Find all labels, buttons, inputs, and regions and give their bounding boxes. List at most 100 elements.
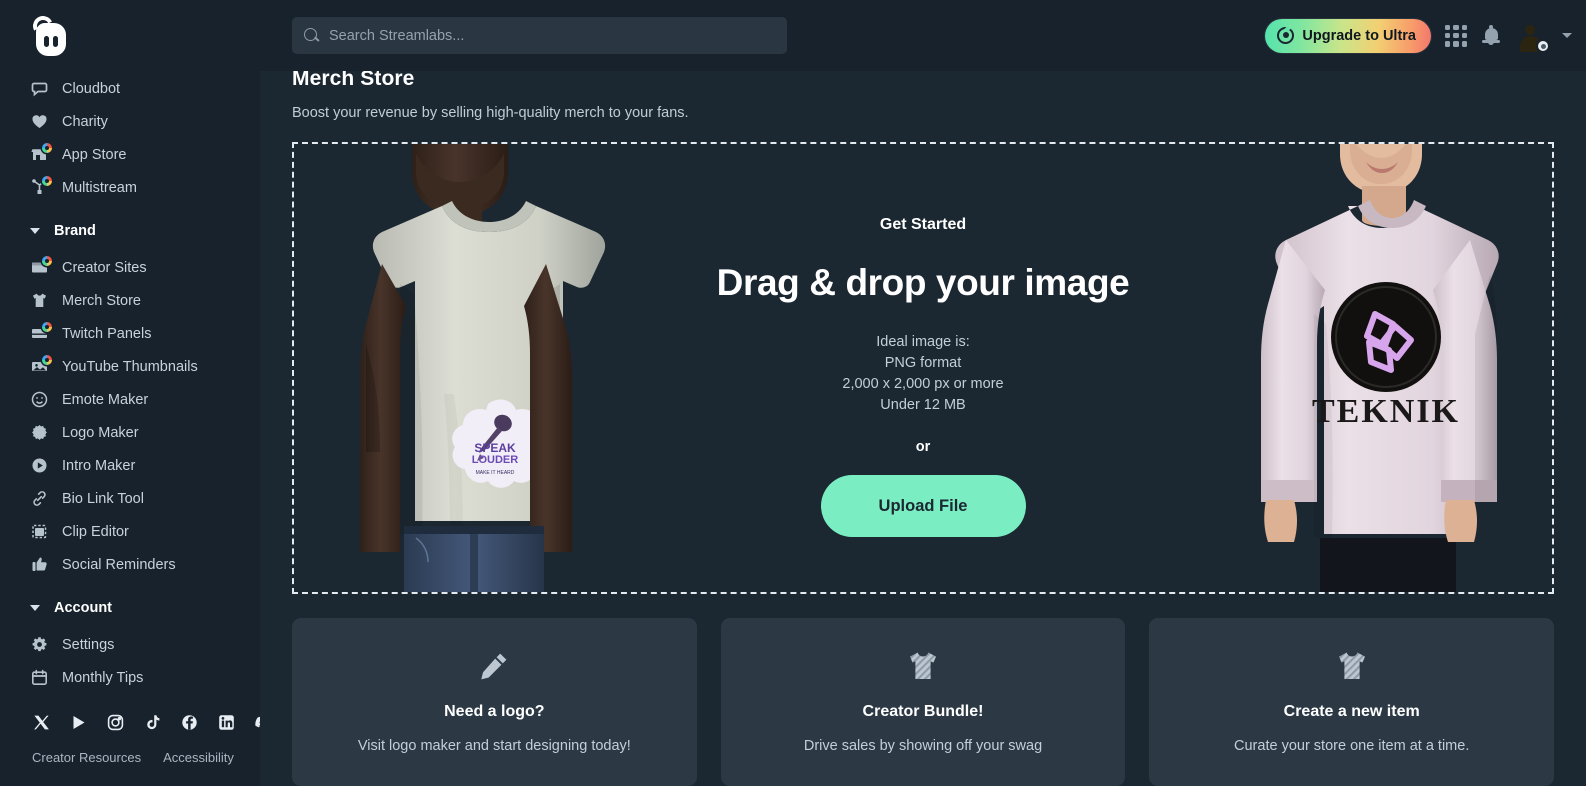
tshirt-bundle-icon bbox=[905, 648, 941, 684]
sidebar-item-label: Settings bbox=[62, 636, 115, 653]
sidebar-item-emote-maker[interactable]: Emote Maker bbox=[0, 383, 260, 416]
card-title: Creator Bundle! bbox=[862, 703, 984, 720]
sidebar-item-monthly-tips[interactable]: Monthly Tips bbox=[0, 661, 260, 694]
sidebar-item-multistream[interactable]: Multistream bbox=[0, 171, 260, 204]
promo-cards: Need a logo? Visit logo maker and start … bbox=[292, 618, 1555, 786]
thumbs-up-icon bbox=[30, 555, 49, 574]
card-description: Drive sales by showing off your swag bbox=[803, 738, 1043, 754]
tshirt-icon bbox=[30, 291, 49, 310]
accessibility-link[interactable]: Accessibility bbox=[163, 750, 234, 765]
card-description: Visit logo maker and start designing tod… bbox=[357, 738, 631, 754]
avatar[interactable] bbox=[1515, 19, 1550, 53]
sweatshirt-model-photo: TEKNIK bbox=[1222, 144, 1552, 592]
link-icon bbox=[30, 489, 49, 508]
crop-icon bbox=[30, 522, 49, 541]
sidebar-section-brand[interactable]: Brand bbox=[0, 211, 260, 251]
sidebar-item-merch-store[interactable]: Merch Store bbox=[0, 284, 260, 317]
sidebar-item-creator-sites[interactable]: Creator Sites bbox=[0, 251, 260, 284]
bell-icon[interactable] bbox=[1481, 25, 1501, 46]
store-icon bbox=[30, 143, 52, 164]
sidebar-item-social-reminders[interactable]: Social Reminders bbox=[0, 548, 260, 581]
sidebar-item-charity[interactable]: Charity bbox=[0, 105, 260, 138]
streamlabs-logo[interactable] bbox=[0, 0, 100, 71]
instagram-icon[interactable] bbox=[106, 713, 125, 732]
tiktok-icon[interactable] bbox=[143, 713, 162, 732]
sidebar-item-app-store[interactable]: App Store bbox=[0, 138, 260, 171]
avatar-status-badge bbox=[1536, 39, 1550, 53]
linkedin-icon[interactable] bbox=[217, 713, 236, 732]
sidebar-item-label: Bio Link Tool bbox=[62, 490, 144, 507]
sidebar-item-label: Intro Maker bbox=[62, 457, 136, 474]
sidebar-item-label: Charity bbox=[62, 113, 108, 130]
image-dropzone[interactable]: SPEAK LOUDER MAKE IT HEARD Get Started D… bbox=[292, 142, 1554, 594]
pencil-icon bbox=[476, 648, 512, 684]
sidebar-item-label: Logo Maker bbox=[62, 424, 139, 441]
top-bar-actions: Upgrade to Ultra bbox=[1265, 0, 1572, 71]
page-subtitle: Boost your revenue by selling high-quali… bbox=[292, 105, 689, 121]
card-creator-bundle[interactable]: Creator Bundle! Drive sales by showing o… bbox=[720, 618, 1126, 786]
dropzone-or-divider: or bbox=[915, 439, 931, 455]
spec-line: Ideal image is: bbox=[876, 334, 970, 350]
sidebar-item-clip-editor[interactable]: Clip Editor bbox=[0, 515, 260, 548]
facebook-icon[interactable] bbox=[180, 713, 199, 732]
burst-icon bbox=[30, 423, 49, 442]
grid-apps-icon[interactable] bbox=[1445, 24, 1467, 47]
sidebar-item-logo-maker[interactable]: Logo Maker bbox=[0, 416, 260, 449]
card-need-a-logo[interactable]: Need a logo? Visit logo maker and start … bbox=[292, 618, 697, 786]
sidebar-item-intro-maker[interactable]: Intro Maker bbox=[0, 449, 260, 482]
play-circle-icon bbox=[30, 456, 49, 475]
tshirt-new-icon bbox=[1334, 648, 1370, 684]
heart-icon bbox=[30, 112, 49, 131]
spec-line: Under 12 MB bbox=[880, 397, 966, 413]
discord-icon[interactable] bbox=[254, 713, 260, 732]
sidebar-item-settings[interactable]: Settings bbox=[0, 628, 260, 661]
sidebar-item-label: Multistream bbox=[62, 179, 137, 196]
svg-text:SPEAK: SPEAK bbox=[474, 441, 516, 455]
sidebar-item-youtube-thumbnails[interactable]: YouTube Thumbnails bbox=[0, 350, 260, 383]
chevron-down-icon bbox=[30, 605, 40, 611]
card-description: Curate your store one item at a time. bbox=[1234, 738, 1470, 754]
sidebar-brand-items: Creator Sites Merch Store Twitch Panels … bbox=[0, 251, 260, 581]
youtube-icon[interactable] bbox=[69, 713, 88, 732]
card-create-a-new-item[interactable]: Create a new item Curate your store one … bbox=[1149, 618, 1555, 786]
sidebar-footer-links: Creator Resources Accessibility bbox=[0, 750, 260, 765]
search-input[interactable]: Search Streamlabs... bbox=[292, 17, 787, 54]
sidebar-item-twitch-panels[interactable]: Twitch Panels bbox=[0, 317, 260, 350]
sidebar-item-label: Cloudbot bbox=[62, 80, 121, 97]
sidebar-item-label: YouTube Thumbnails bbox=[62, 358, 198, 375]
sidebar-item-cloudbot[interactable]: Cloudbot bbox=[0, 72, 260, 105]
chevron-down-icon[interactable] bbox=[1562, 33, 1572, 38]
social-links bbox=[0, 702, 260, 742]
dropzone-specs: Ideal image is: PNG format 2,000 x 2,000… bbox=[842, 332, 1003, 416]
tshirt-model-photo: SPEAK LOUDER MAKE IT HEARD bbox=[294, 144, 652, 592]
sidebar-item-label: Creator Sites bbox=[62, 259, 147, 276]
gear-icon bbox=[30, 635, 49, 654]
x-icon[interactable] bbox=[32, 713, 51, 732]
chat-bubble-icon bbox=[30, 79, 49, 98]
multistream-icon bbox=[30, 176, 52, 197]
top-bar: Search Streamlabs... Upgrade to Ultra bbox=[0, 0, 1586, 71]
search-icon bbox=[304, 28, 319, 43]
sidebar-item-label: Clip Editor bbox=[62, 523, 129, 540]
dropzone-headline: Drag & drop your image bbox=[716, 262, 1130, 303]
upload-file-button[interactable]: Upload File bbox=[820, 475, 1026, 537]
chevron-down-icon bbox=[30, 228, 40, 234]
notification-badge bbox=[42, 176, 52, 186]
sidebar-item-label: Merch Store bbox=[62, 292, 141, 309]
panels-icon bbox=[30, 322, 52, 343]
upgrade-button-label: Upgrade to Ultra bbox=[1302, 27, 1416, 44]
sidebar-top-items: Cloudbot Charity App Store Multistream bbox=[0, 72, 260, 204]
sidebar-item-bio-link-tool[interactable]: Bio Link Tool bbox=[0, 482, 260, 515]
notification-badge bbox=[42, 355, 52, 365]
sidebar-section-title: Brand bbox=[54, 223, 96, 239]
creator-resources-link[interactable]: Creator Resources bbox=[32, 750, 141, 765]
spec-line: 2,000 x 2,000 px or more bbox=[842, 376, 1004, 392]
notification-badge bbox=[42, 322, 52, 332]
sidebar-section-title: Account bbox=[54, 600, 112, 616]
card-title: Need a logo? bbox=[444, 703, 545, 720]
sidebar-section-account[interactable]: Account bbox=[0, 588, 260, 628]
browser-window-icon bbox=[30, 256, 52, 277]
notification-badge bbox=[42, 256, 52, 266]
svg-text:LOUDER: LOUDER bbox=[472, 454, 519, 466]
upgrade-to-ultra-button[interactable]: Upgrade to Ultra bbox=[1265, 18, 1431, 53]
